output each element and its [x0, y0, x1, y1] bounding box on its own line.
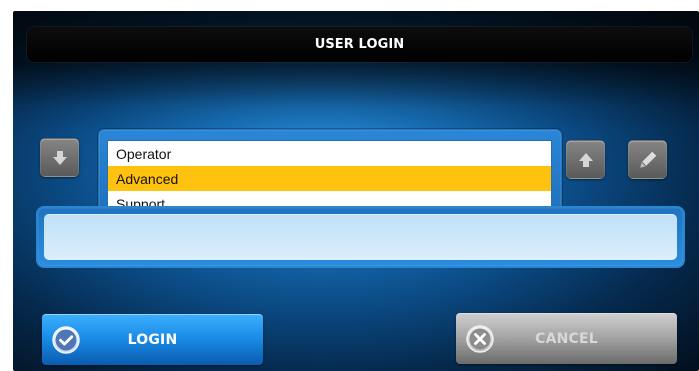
- page-title: USER LOGIN: [314, 37, 405, 52]
- dropdown-option-operator[interactable]: Operator: [108, 141, 551, 166]
- title-bar: USER LOGIN: [27, 27, 692, 62]
- cancel-button-label: CANCEL: [535, 330, 598, 347]
- password-field-frame: [36, 206, 685, 268]
- arrow-down-icon: [51, 149, 69, 167]
- scroll-up-button[interactable]: [566, 140, 605, 179]
- password-input[interactable]: [44, 214, 677, 260]
- scroll-down-button[interactable]: [40, 138, 79, 177]
- edit-button[interactable]: [628, 140, 667, 179]
- pencil-icon: [638, 150, 658, 170]
- login-button[interactable]: LOGIN: [42, 314, 263, 365]
- cancel-button[interactable]: CANCEL: [456, 313, 677, 364]
- user-level-dropdown[interactable]: Operator Advanced Support: [107, 140, 552, 216]
- dropdown-option-advanced[interactable]: Advanced: [108, 166, 551, 191]
- login-button-label: LOGIN: [127, 331, 178, 348]
- arrow-up-icon: [577, 151, 595, 169]
- user-login-screen: USER LOGIN Operator Advanced Support LOG…: [13, 11, 699, 371]
